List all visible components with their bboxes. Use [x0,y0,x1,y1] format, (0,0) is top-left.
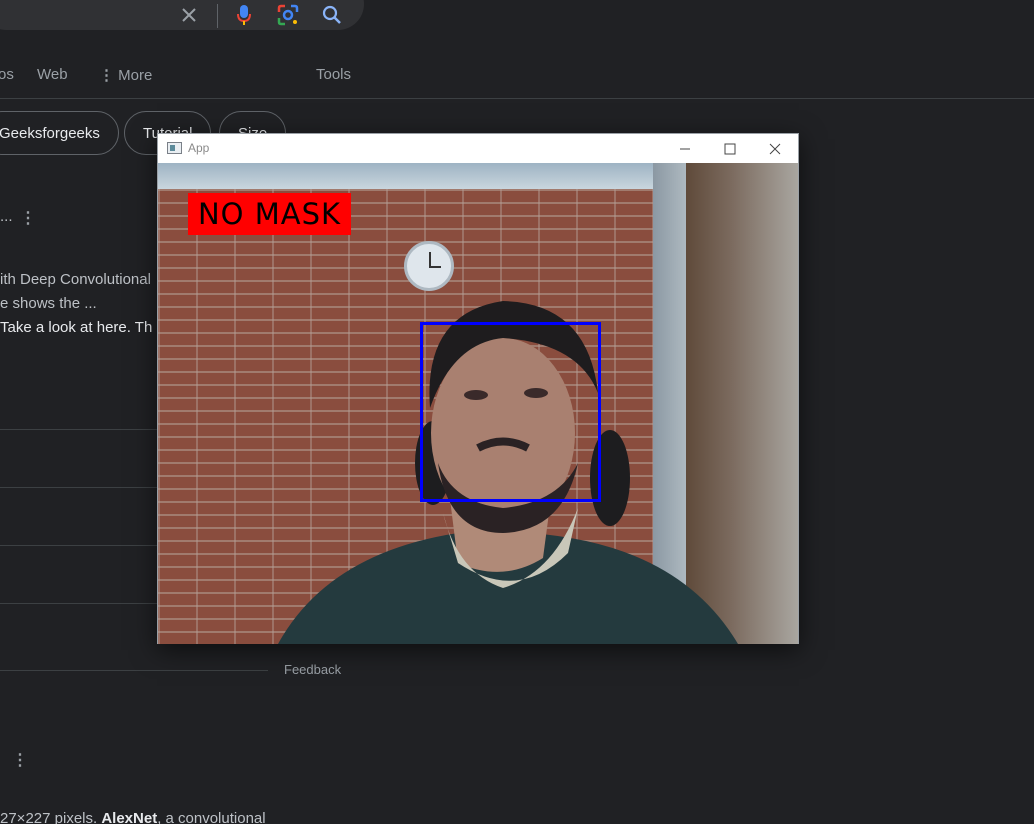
tab-more[interactable]: ⋮ More [99,66,152,84]
search-bar[interactable] [0,0,364,30]
minimize-button[interactable] [662,134,708,163]
tabs-divider [0,98,1034,99]
lens-icon[interactable] [277,4,299,26]
result-source-dots: ... [0,208,13,225]
app-window[interactable]: App NO MASK [157,133,799,644]
result-snippet-line-1: ith Deep Convolutional [0,271,151,288]
tab-web[interactable]: Web [37,66,68,83]
result-divider [0,545,160,546]
app-title: App [188,141,210,155]
result-snippet-line-2: e shows the ... [0,295,97,312]
app-window-icon [167,142,182,154]
result-snippet-bottom: 27×227 pixels. AlexNet, a convolutional [0,810,266,824]
more-vert-icon: ⋮ [99,67,119,84]
tools-button[interactable]: Tools [316,66,351,83]
browser-page: os Web ⋮ More Tools Geeksforgeeks Tutori… [0,0,1034,824]
search-separator [217,4,218,28]
feedback-divider [0,670,268,671]
detection-label: NO MASK [188,193,351,235]
snippet-text: , a convolutional [157,810,266,824]
snippet-bold: AlexNet [101,810,158,824]
face-bounding-box [420,322,601,502]
snippet-text: 27×227 pixels. [0,810,102,824]
app-titlebar[interactable]: App [158,134,798,163]
tab-more-label: More [118,67,153,84]
result-divider [0,603,160,604]
result-divider [0,429,160,430]
more-options-icon[interactable]: ⋮ [20,208,36,228]
result-snippet-line-3: Take a look at here. Th [0,319,153,336]
maximize-button[interactable] [707,134,753,163]
result-divider [0,487,160,488]
mic-icon[interactable] [233,4,255,26]
feedback-link[interactable]: Feedback [284,662,341,677]
search-icon[interactable] [321,4,343,26]
more-options-icon[interactable]: ⋮ [12,750,28,770]
close-window-button[interactable] [752,134,798,163]
close-icon[interactable] [178,4,200,26]
webcam-feed: NO MASK [158,163,798,644]
chip-geeksforgeeks[interactable]: Geeksforgeeks [0,111,119,155]
tab-partial[interactable]: os [0,66,14,83]
